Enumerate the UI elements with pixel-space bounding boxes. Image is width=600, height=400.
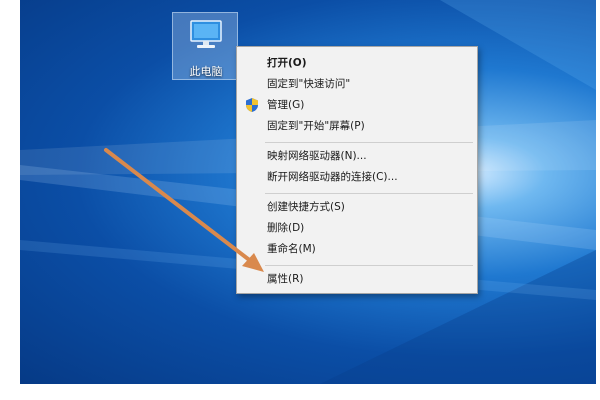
annotation-arrow: [104, 148, 264, 272]
screenshot-frame: 此电脑 打开(O) 固定到"快速访问" 管理(G) 固定到"开始"屏幕(P) 映…: [0, 0, 600, 400]
desktop-background: 此电脑 打开(O) 固定到"快速访问" 管理(G) 固定到"开始"屏幕(P) 映…: [20, 0, 596, 384]
